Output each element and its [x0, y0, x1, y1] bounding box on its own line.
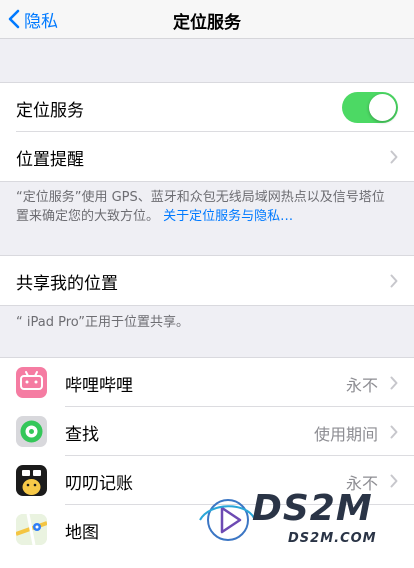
- maps-icon: [16, 514, 47, 545]
- watermark-logo: DS2M DS2M.COM: [196, 488, 414, 557]
- app-row-bilibili[interactable]: 哔哩哔哩 永不: [0, 358, 414, 407]
- chevron-right-icon: [390, 425, 398, 439]
- app-name: 地图: [65, 523, 99, 543]
- toggle-knob: [369, 94, 396, 121]
- chevron-right-icon: [390, 150, 398, 164]
- location-alerts-label: 位置提醒: [16, 150, 84, 170]
- page-title: 定位服务: [173, 13, 241, 33]
- app-name: 哔哩哔哩: [65, 376, 133, 396]
- play-icon: [199, 499, 255, 541]
- location-services-row[interactable]: 定位服务: [0, 83, 414, 132]
- chevron-right-icon: [390, 376, 398, 390]
- location-alerts-row[interactable]: 位置提醒: [0, 132, 414, 181]
- app-row-find-my[interactable]: 查找 使用期间: [0, 407, 414, 456]
- chevron-right-icon: [390, 274, 398, 288]
- chevron-right-icon: [390, 474, 398, 488]
- app-name: 查找: [65, 425, 99, 445]
- location-services-label: 定位服务: [16, 101, 84, 121]
- share-footer: “ iPad Pro”正用于位置共享。: [16, 313, 396, 332]
- location-services-toggle[interactable]: [342, 92, 398, 123]
- location-settings-group: 定位服务 位置提醒: [0, 82, 414, 182]
- navigation-bar: 隐私 定位服务: [0, 0, 414, 39]
- share-my-location-label: 共享我的位置: [16, 274, 118, 294]
- share-footer-text: “ iPad Pro”正用于位置共享。: [16, 315, 189, 330]
- permission-value: 永不: [345, 376, 378, 395]
- watermark-site: DS2M.COM: [288, 531, 377, 546]
- watermark-logo-text: DS2M: [252, 488, 373, 529]
- location-privacy-link[interactable]: 关于定位服务与隐私…: [163, 209, 293, 224]
- share-my-location-row[interactable]: 共享我的位置: [0, 256, 414, 305]
- permission-value: 使用期间: [313, 425, 378, 444]
- bilibili-icon: [16, 367, 47, 398]
- find-my-icon: [16, 416, 47, 447]
- app-name: 叨叨记账: [65, 474, 133, 494]
- share-location-group: 共享我的位置: [0, 255, 414, 306]
- daodao-icon: [16, 465, 47, 496]
- location-footer: “定位服务”使用 GPS、蓝牙和众包无线局域网热点以及信号塔位置来确定您的大致方…: [16, 188, 396, 226]
